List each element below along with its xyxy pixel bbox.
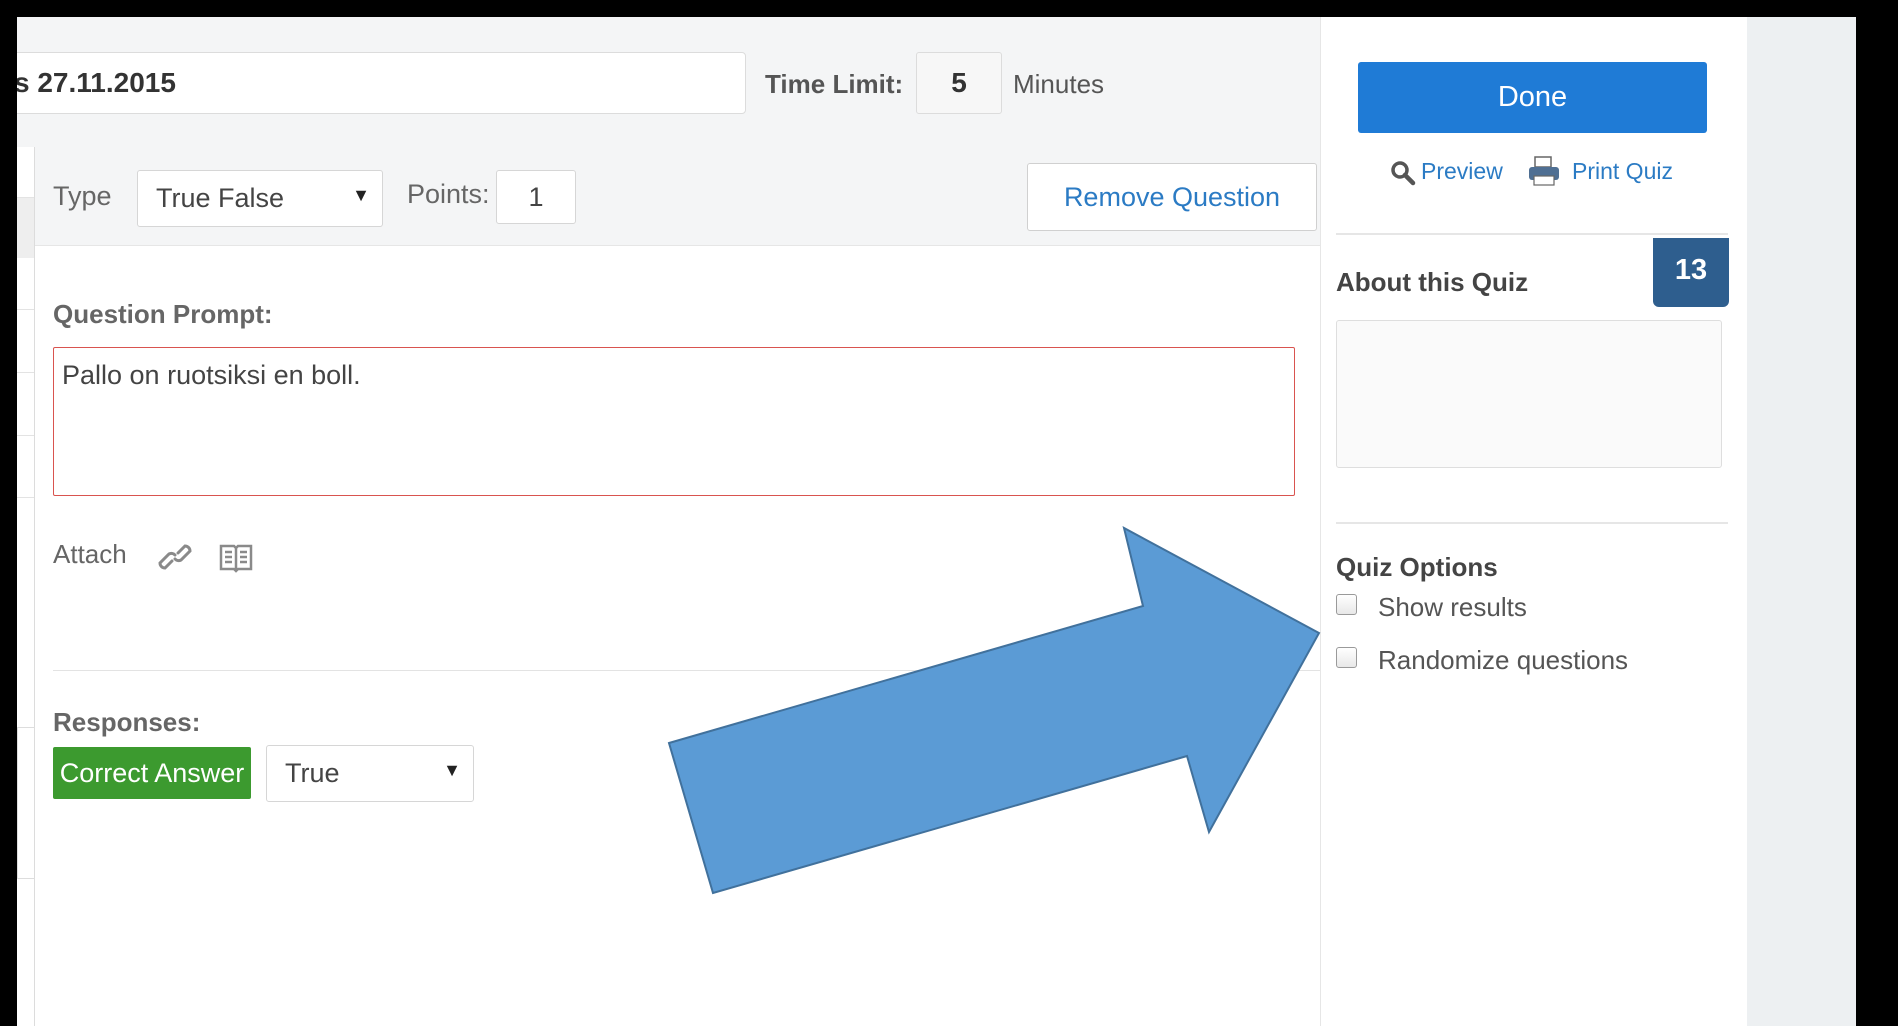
- question-list-item[interactable]: [17, 497, 34, 498]
- responses-label: Responses:: [53, 707, 201, 737]
- question-type-select[interactable]: True False ▼: [137, 170, 383, 227]
- section-divider: [53, 670, 1320, 671]
- link-icon[interactable]: [157, 539, 193, 575]
- question-prompt-label: Question Prompt:: [53, 299, 273, 329]
- app-window: s 27.11.2015 Time Limit: 5 Minutes Type …: [17, 17, 1856, 1026]
- quiz-options-title: Quiz Options: [1336, 552, 1498, 582]
- remove-question-button[interactable]: Remove Question: [1027, 163, 1317, 231]
- print-quiz-link[interactable]: Print Quiz: [1572, 158, 1673, 185]
- question-toolbar: Type True False ▼ Points: 1 Remove Quest…: [35, 147, 1320, 246]
- type-label: Type: [53, 181, 112, 211]
- time-limit-label: Time Limit:: [765, 69, 904, 99]
- question-prompt-textarea[interactable]: Pallo on ruotsiksi en boll.: [53, 347, 1295, 496]
- done-button[interactable]: Done: [1358, 62, 1707, 133]
- question-editor: Type True False ▼ Points: 1 Remove Quest…: [35, 147, 1320, 1026]
- preview-link[interactable]: Preview: [1421, 158, 1503, 185]
- answer-value: True: [285, 758, 340, 788]
- question-list-item[interactable]: [17, 727, 36, 879]
- attach-label: Attach: [53, 539, 127, 569]
- dropdown-caret-icon: ▼: [443, 760, 461, 780]
- page-gutter: [1747, 17, 1856, 1026]
- magnifier-icon[interactable]: [1390, 160, 1416, 191]
- quiz-sidebar: Done Preview Print Quiz About this Quiz …: [1320, 17, 1748, 1026]
- quiz-title-input[interactable]: s 27.11.2015: [17, 52, 746, 114]
- points-input[interactable]: 1: [496, 170, 576, 224]
- dropdown-caret-icon: ▼: [352, 185, 370, 205]
- book-icon[interactable]: [218, 539, 254, 575]
- question-list-item[interactable]: [17, 309, 34, 310]
- quiz-header-bar: s 27.11.2015 Time Limit: 5 Minutes: [17, 17, 1320, 148]
- answer-select[interactable]: True ▼: [266, 745, 474, 802]
- question-type-value: True False: [156, 183, 285, 213]
- question-list-edge: [17, 147, 36, 1026]
- sidebar-separator: [1336, 233, 1728, 235]
- time-limit-input[interactable]: 5: [916, 52, 1002, 114]
- sidebar-separator: [1336, 522, 1728, 524]
- points-label: Points:: [407, 179, 490, 209]
- printer-icon[interactable]: [1527, 156, 1561, 191]
- question-list-item[interactable]: [17, 435, 34, 436]
- show-results-label[interactable]: Show results: [1378, 592, 1527, 623]
- about-quiz-textarea[interactable]: [1336, 320, 1722, 468]
- question-list-item[interactable]: [17, 197, 34, 258]
- randomize-questions-label[interactable]: Randomize questions: [1378, 645, 1628, 676]
- randomize-questions-checkbox[interactable]: [1336, 647, 1357, 668]
- question-count-badge: 13: [1653, 238, 1729, 307]
- question-list-item[interactable]: [17, 372, 34, 373]
- about-quiz-title: About this Quiz: [1336, 267, 1529, 297]
- show-results-checkbox[interactable]: [1336, 594, 1357, 615]
- correct-answer-badge: Correct Answer: [53, 747, 251, 799]
- time-limit-unit: Minutes: [1013, 69, 1105, 99]
